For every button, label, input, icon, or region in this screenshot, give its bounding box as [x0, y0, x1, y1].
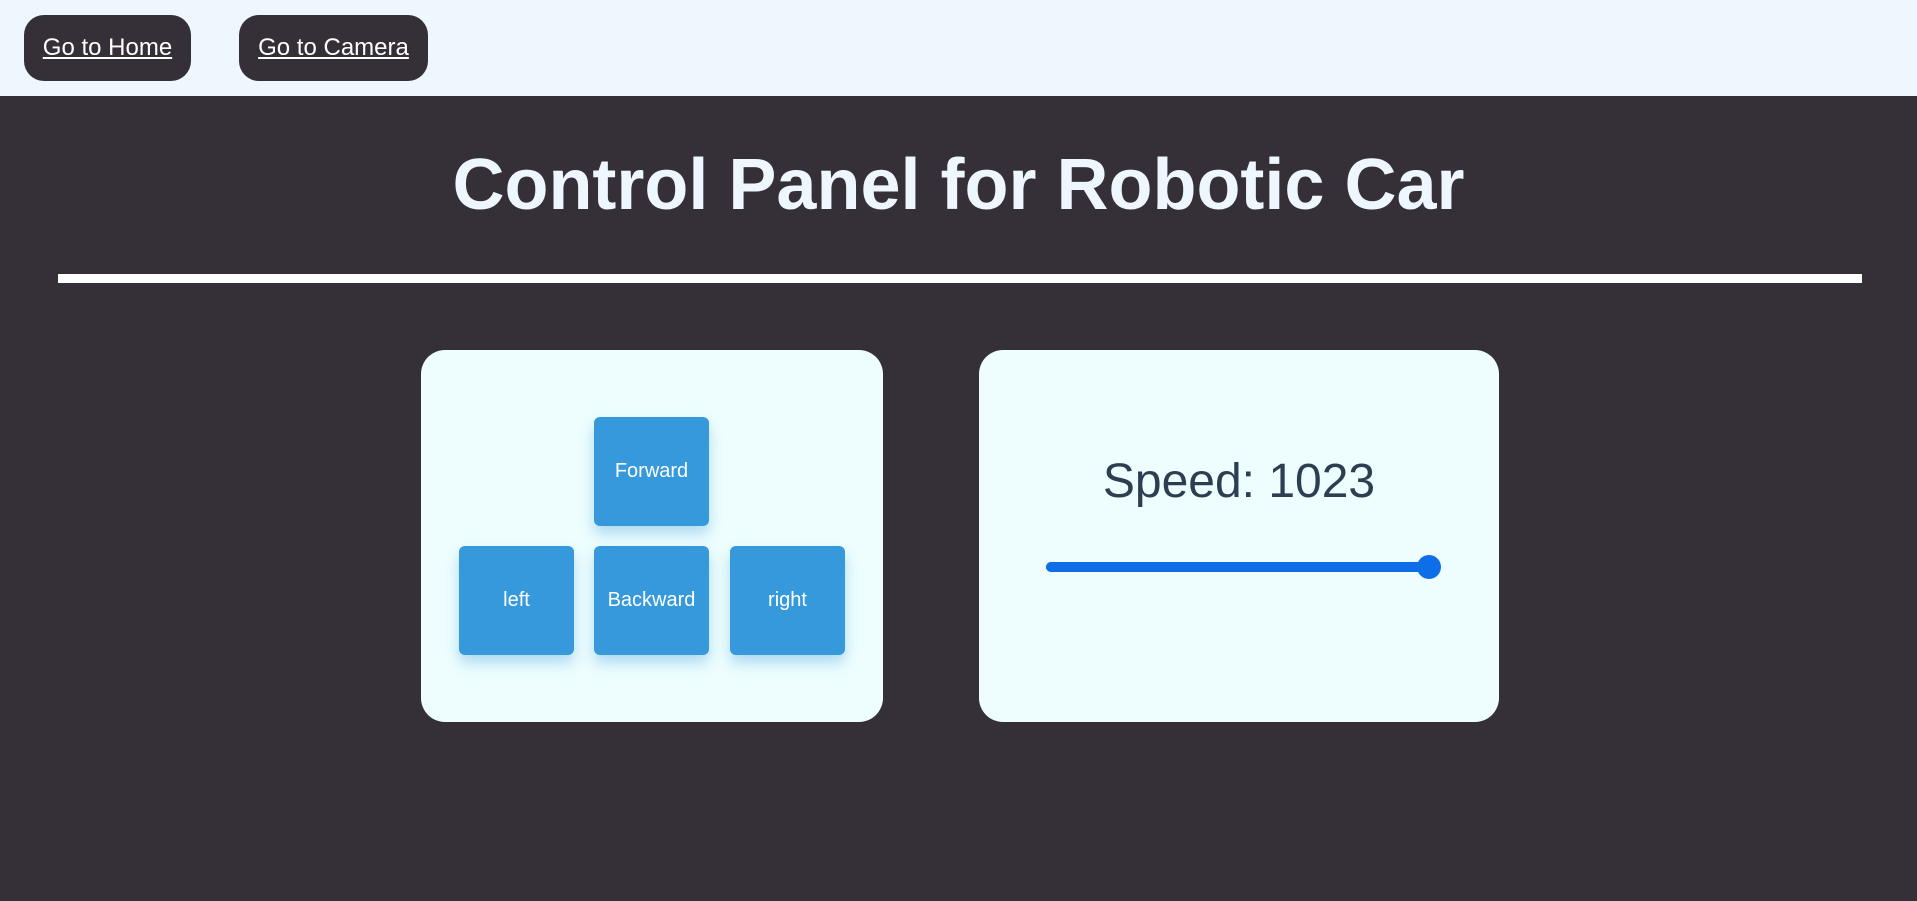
- top-nav-bar: Go to Home Go to Camera: [0, 0, 1917, 96]
- speed-slider-thumb[interactable]: [1417, 555, 1441, 579]
- speed-readout: Speed: 1023: [979, 450, 1499, 514]
- speed-control-card: Speed: 1023: [979, 350, 1499, 722]
- page-title: Control Panel for Robotic Car: [452, 145, 1465, 225]
- left-button[interactable]: left: [459, 546, 574, 655]
- header-divider: [58, 274, 1862, 283]
- go-to-home-button[interactable]: Go to Home: [24, 15, 191, 81]
- direction-control-card: Forward left Backward right: [421, 350, 883, 722]
- right-button[interactable]: right: [730, 546, 845, 655]
- speed-slider-fill: [1046, 562, 1429, 572]
- speed-label: Speed:: [1102, 455, 1269, 508]
- speed-slider[interactable]: [1046, 553, 1441, 581]
- forward-button[interactable]: Forward: [594, 417, 709, 526]
- backward-button[interactable]: Backward: [594, 546, 709, 655]
- go-to-camera-button[interactable]: Go to Camera: [239, 15, 428, 81]
- speed-value: 1023: [1268, 455, 1376, 508]
